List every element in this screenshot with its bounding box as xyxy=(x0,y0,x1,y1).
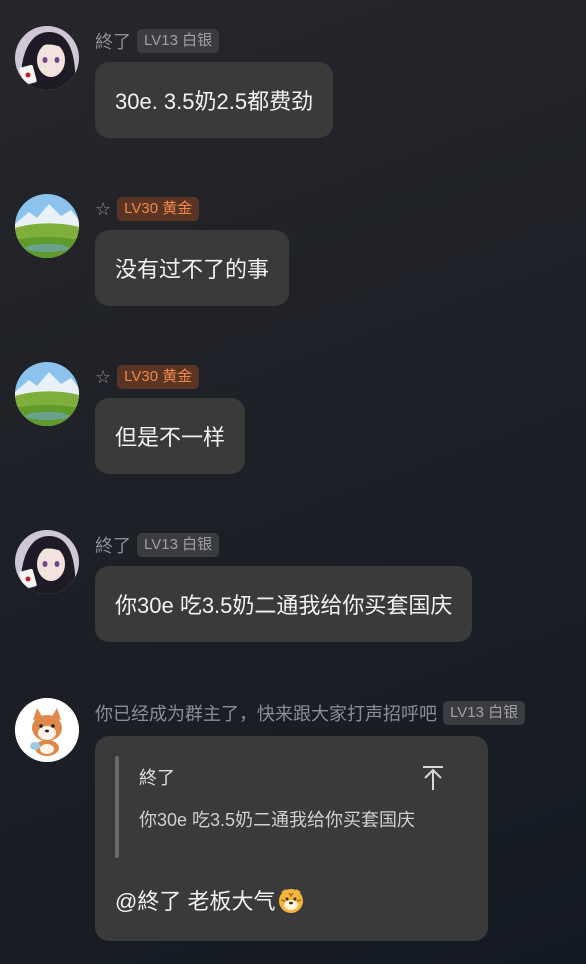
reply-text: @終了 老板大气 xyxy=(115,889,276,914)
message-meta: ☆ LV30 黄金 xyxy=(95,196,200,222)
user-avatar-anime[interactable] xyxy=(15,530,79,594)
level-badge: LV13 白银 xyxy=(137,29,220,53)
user-avatar-anime[interactable] xyxy=(15,26,79,90)
message-text: 你30e 吃3.5奶二通我给你买套国庆 xyxy=(115,593,453,618)
username[interactable]: 終了 xyxy=(95,28,131,54)
message-meta: 終了 LV13 白银 xyxy=(95,532,220,558)
level-badge: LV30 黄金 xyxy=(117,197,200,221)
username[interactable]: 你已经成为群主了，快来跟大家打声招呼吧 xyxy=(95,700,437,726)
quote-author: 終了 xyxy=(139,768,175,788)
level-badge: LV30 黄金 xyxy=(117,365,200,389)
quote-bar xyxy=(115,756,119,858)
message-meta: 你已经成为群主了，快来跟大家打声招呼吧 LV13 白银 xyxy=(95,700,526,726)
message-meta: 終了 LV13 白银 xyxy=(95,28,220,54)
message-bubble[interactable]: 你30e 吃3.5奶二通我给你买套国庆 xyxy=(95,566,473,642)
username[interactable]: 終了 xyxy=(95,532,131,558)
reply-text-line: @終了 老板大气 xyxy=(115,884,305,916)
message-bubble[interactable]: 但是不一样 xyxy=(95,398,246,474)
message-meta: ☆ LV30 黄金 xyxy=(95,364,200,390)
message-text: 但是不一样 xyxy=(115,425,226,450)
message-text: 没有过不了的事 xyxy=(115,257,270,282)
user-avatar-landscape[interactable] xyxy=(15,362,79,426)
level-badge: LV13 白银 xyxy=(137,533,220,557)
username[interactable]: ☆ xyxy=(95,367,111,388)
message-bubble[interactable]: 没有过不了的事 xyxy=(95,230,290,306)
tiger-face-emoji-icon xyxy=(277,886,305,914)
user-avatar-shiba[interactable] xyxy=(15,698,79,762)
reply-message-bubble[interactable]: 終了 你30e 吃3.5奶二通我给你买套国庆 @終了 老板大气 xyxy=(95,736,488,941)
arrow-up-to-line-icon[interactable] xyxy=(421,764,445,792)
username[interactable]: ☆ xyxy=(95,199,111,220)
quote-text: 你30e 吃3.5奶二通我给你买套国庆 xyxy=(139,810,416,830)
level-badge: LV13 白银 xyxy=(443,701,526,725)
message-bubble[interactable]: 30e. 3.5奶2.5都费劲 xyxy=(95,62,334,138)
message-text: 30e. 3.5奶2.5都费劲 xyxy=(115,89,314,114)
user-avatar-landscape[interactable] xyxy=(15,194,79,258)
